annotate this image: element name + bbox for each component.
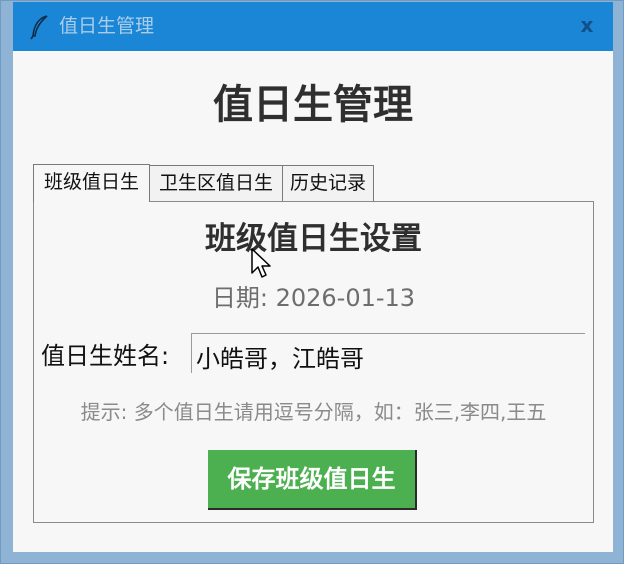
page-title: 值日生管理 bbox=[213, 82, 413, 128]
class-duty-panel: 班级值日生设置 日期: 2026-01-13 值日生姓名: 提示: 多个值日生请… bbox=[33, 201, 594, 523]
panel-title: 班级值日生设置 bbox=[205, 221, 422, 257]
close-button[interactable]: x bbox=[575, 14, 599, 38]
window-title: 值日生管理 bbox=[59, 15, 155, 37]
tab-area-duty[interactable]: 卫生区值日生 bbox=[149, 165, 283, 201]
date-label: 日期: 2026-01-13 bbox=[211, 284, 416, 312]
feather-icon bbox=[30, 15, 48, 40]
title-bar[interactable]: 值日生管理 x bbox=[13, 2, 613, 51]
window-content: 值日生管理 班级值日生 卫生区值日生 历史记录 班级值日生设置 日期: 2026… bbox=[13, 51, 613, 552]
hint-text: 提示: 多个值日生请用逗号分隔，如：张三,李四,王五 bbox=[80, 400, 547, 424]
duty-name-input[interactable] bbox=[191, 333, 585, 373]
tab-history[interactable]: 历史记录 bbox=[282, 165, 374, 201]
mouse-cursor-icon bbox=[251, 248, 271, 278]
app-window: 值日生管理 x 值日生管理 班级值日生 卫生区值日生 历史记录 班级值日生设置 … bbox=[0, 0, 624, 564]
duty-name-label: 值日生姓名: bbox=[41, 342, 170, 370]
tab-class-duty[interactable]: 班级值日生 bbox=[33, 164, 150, 202]
save-class-duty-button[interactable]: 保存班级值日生 bbox=[208, 450, 417, 510]
